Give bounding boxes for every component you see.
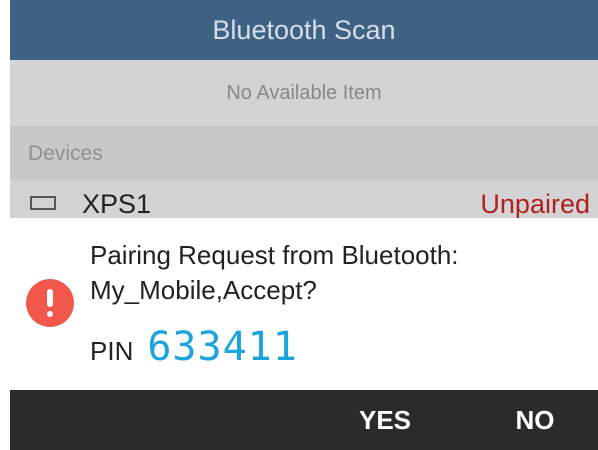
pin-label: PIN: [90, 336, 134, 366]
alert-icon: [26, 279, 74, 327]
no-button[interactable]: NO: [500, 390, 570, 450]
devices-section-header: Devices: [10, 126, 598, 181]
action-bar: YES NO: [10, 390, 598, 450]
device-status: Unpaired: [480, 189, 590, 218]
message-line-1: Pairing Request from Bluetooth:: [90, 240, 459, 270]
empty-message: No Available Item: [226, 81, 382, 104]
section-label: Devices: [28, 141, 103, 165]
available-list-empty: No Available Item: [10, 60, 598, 126]
pin-row: PIN 633411: [90, 324, 298, 374]
device-name: XPS1: [82, 189, 152, 218]
message-line-2: My_Mobile,Accept?: [90, 275, 317, 305]
device-icon: [30, 196, 56, 210]
pin-value: 633411: [147, 324, 298, 370]
title-bar: Bluetooth Scan: [10, 0, 598, 60]
device-row[interactable]: XPS1 Unpaired: [10, 181, 598, 218]
bluetooth-screen: Bluetooth Scan No Available Item Devices…: [10, 0, 598, 450]
yes-button[interactable]: YES: [340, 390, 430, 450]
page-title: Bluetooth Scan: [212, 14, 396, 45]
pairing-message: Pairing Request from Bluetooth: My_Mobil…: [90, 238, 590, 308]
pairing-dialog: Pairing Request from Bluetooth: My_Mobil…: [10, 218, 598, 390]
